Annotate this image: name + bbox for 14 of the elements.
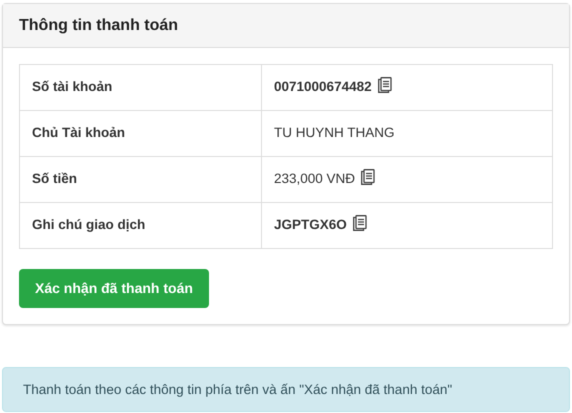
card-title: Thông tin thanh toán (19, 16, 180, 36)
field-label: Chủ Tài khoản (20, 110, 262, 156)
copy-icon[interactable] (378, 77, 392, 94)
field-label: Ghi chú giao dịch (20, 202, 262, 248)
field-value: 233,000 VNĐ (274, 171, 356, 186)
field-value: JGPTGX6O (274, 217, 347, 232)
alert-text: Thanh toán theo các thông tin phía trên và ấn "Xác nhận đã thanh toán" (23, 382, 452, 397)
field-value: TU HUYNH THANG (274, 125, 395, 140)
copy-icon[interactable] (352, 215, 367, 232)
field-label: Số tiền (20, 156, 262, 202)
field-value: 0071000674482 (274, 79, 372, 94)
copy-icon[interactable] (361, 169, 376, 186)
field-label: Số tài khoản (20, 64, 262, 110)
confirm-payment-button[interactable]: Xác nhận đã thanh toán (19, 269, 209, 308)
